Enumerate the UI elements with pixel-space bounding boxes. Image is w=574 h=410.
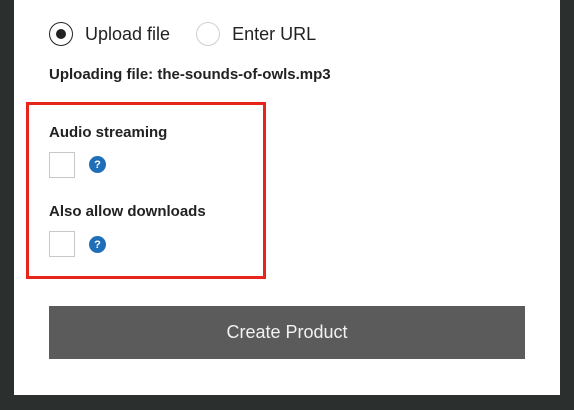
allow-downloads-help-icon[interactable]: ? <box>89 236 106 253</box>
allow-downloads-label: Also allow downloads <box>49 203 206 220</box>
create-product-button[interactable]: Create Product <box>49 306 525 359</box>
enter-url-radio-circle[interactable] <box>196 22 221 46</box>
upload-file-radio-circle[interactable] <box>49 22 73 46</box>
upload-status-text: Uploading file: the-sounds-of-owls.mp3 <box>49 66 331 83</box>
modal-backdrop-left <box>0 0 14 410</box>
modal-backdrop-bottom <box>0 395 574 410</box>
modal-backdrop-right <box>560 0 574 410</box>
radio-selected-dot <box>56 29 66 39</box>
enter-url-label: Enter URL <box>232 23 317 44</box>
enter-url-radio[interactable]: Enter URL <box>196 22 316 46</box>
audio-streaming-help-icon[interactable]: ? <box>89 156 106 173</box>
create-product-modal: Upload file Enter URL Uploading file: th… <box>14 0 560 395</box>
allow-downloads-checkbox[interactable] <box>49 231 75 257</box>
upload-file-radio[interactable]: Upload file <box>49 22 170 46</box>
audio-streaming-label: Audio streaming <box>49 124 168 141</box>
audio-streaming-checkbox[interactable] <box>49 152 75 178</box>
file-source-radio-group: Upload file Enter URL <box>49 19 316 49</box>
upload-file-label: Upload file <box>85 23 171 44</box>
